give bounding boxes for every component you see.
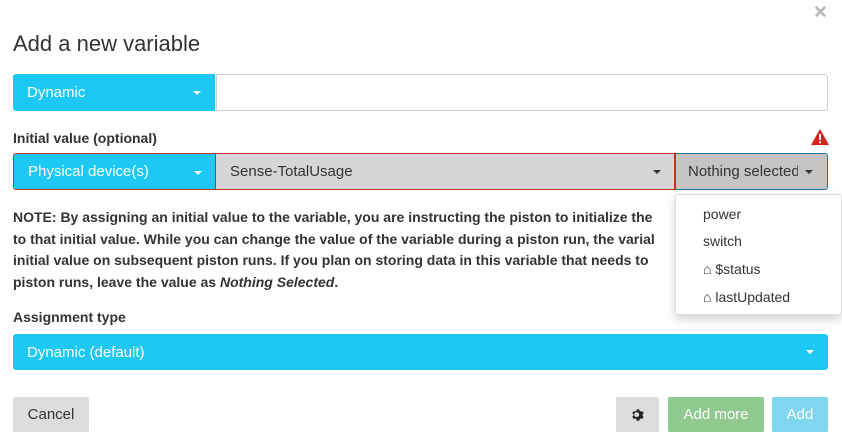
warning-icon [811, 129, 829, 145]
menu-item-status[interactable]: ⌂ $status [703, 261, 761, 277]
note-line: initial value on subsequent piston runs.… [13, 252, 649, 268]
add-button[interactable]: Add [772, 397, 828, 432]
note-emphasis: Nothing Selected [219, 273, 335, 290]
note-text: NOTE: By assigning an initial value to t… [13, 207, 673, 293]
note-line: NOTE: By assigning an initial value to t… [13, 209, 653, 225]
gear-icon [631, 408, 644, 421]
note-line-text: piston runs, leave the value as [13, 273, 220, 290]
attribute-label: Nothing selected [688, 163, 798, 180]
variable-name-input[interactable] [216, 74, 828, 111]
note-line: to that initial value. While you can cha… [13, 230, 655, 247]
device-label: Sense-TotalUsage [230, 163, 353, 180]
chevron-down-icon [653, 170, 661, 174]
menu-item-power[interactable]: power [703, 206, 741, 222]
assignment-type-label: Assignment type [13, 309, 126, 325]
close-icon[interactable]: × [814, 1, 827, 23]
cancel-button[interactable]: Cancel [13, 397, 89, 432]
variable-type-dropdown[interactable]: Dynamic [13, 74, 215, 111]
add-more-button[interactable]: Add more [668, 397, 764, 432]
menu-item-lastupdated[interactable]: ⌂ lastUpdated [703, 289, 790, 305]
attribute-menu: power switch ⌂ $status ⌂ lastUpdated [675, 194, 842, 315]
menu-item-label: switch [703, 233, 742, 249]
initial-value-label: Initial value (optional) [13, 130, 157, 146]
note-line: piston runs, leave the value as Nothing … [13, 272, 673, 294]
home-icon: ⌂ [703, 289, 712, 305]
assignment-type-dropdown[interactable]: Dynamic (default) [13, 334, 828, 370]
menu-item-label: power [703, 206, 742, 222]
dialog-title: Add a new variable [13, 31, 201, 56]
menu-item-label: lastUpdated [715, 289, 791, 305]
assignment-type-value: Dynamic (default) [27, 343, 145, 361]
variable-type-label: Dynamic [27, 84, 86, 101]
chevron-down-icon [194, 171, 202, 175]
settings-button[interactable] [616, 397, 659, 432]
home-icon: ⌂ [703, 261, 712, 277]
value-source-label: Physical device(s) [28, 163, 149, 180]
menu-item-label: $status [715, 261, 761, 277]
chevron-down-icon [193, 91, 201, 95]
note-line-end: . [334, 273, 339, 290]
attribute-dropdown[interactable]: Nothing selected [675, 153, 828, 190]
device-dropdown[interactable]: Sense-TotalUsage [215, 153, 675, 190]
chevron-down-icon [805, 170, 813, 174]
menu-item-switch[interactable]: switch [703, 233, 742, 249]
value-source-dropdown[interactable]: Physical device(s) [13, 153, 215, 190]
chevron-down-icon [806, 350, 814, 354]
